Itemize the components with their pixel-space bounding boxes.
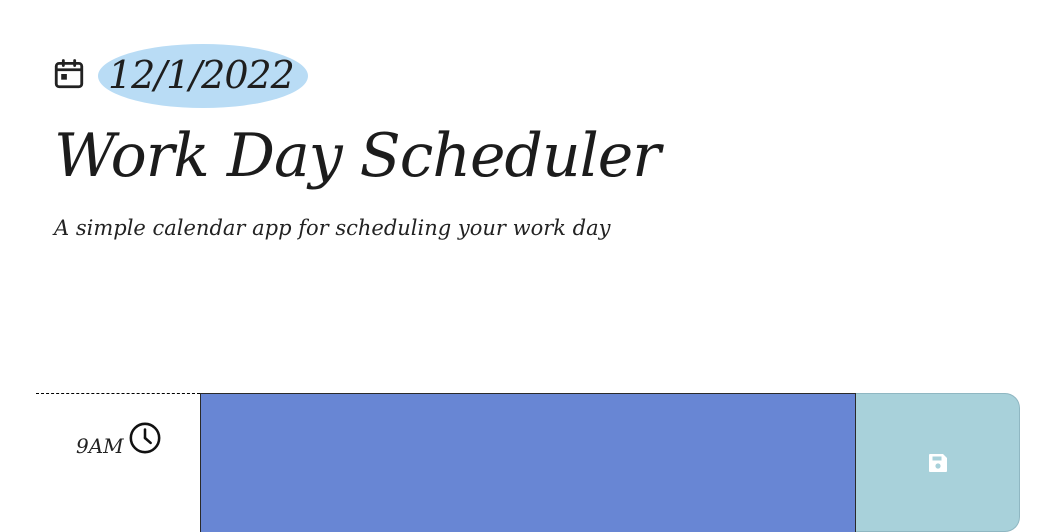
- event-description-input[interactable]: [200, 393, 856, 532]
- calendar-icon: [54, 59, 84, 89]
- current-date: 12/1/2022: [98, 44, 308, 108]
- hour-cell: 9AM: [36, 393, 200, 532]
- page-header: 12/1/2022 Work Day Scheduler A simple ca…: [52, 40, 752, 242]
- current-date-row: 12/1/2022: [52, 40, 752, 112]
- time-block-9am: 9AM: [36, 393, 1020, 532]
- page-title: Work Day Scheduler: [54, 121, 661, 191]
- save-button[interactable]: [856, 393, 1020, 532]
- save-icon: [928, 453, 947, 472]
- clock-icon: [129, 422, 161, 454]
- page-subtitle: A simple calendar app for scheduling you…: [54, 216, 611, 240]
- hour-label: 9AM: [76, 434, 124, 458]
